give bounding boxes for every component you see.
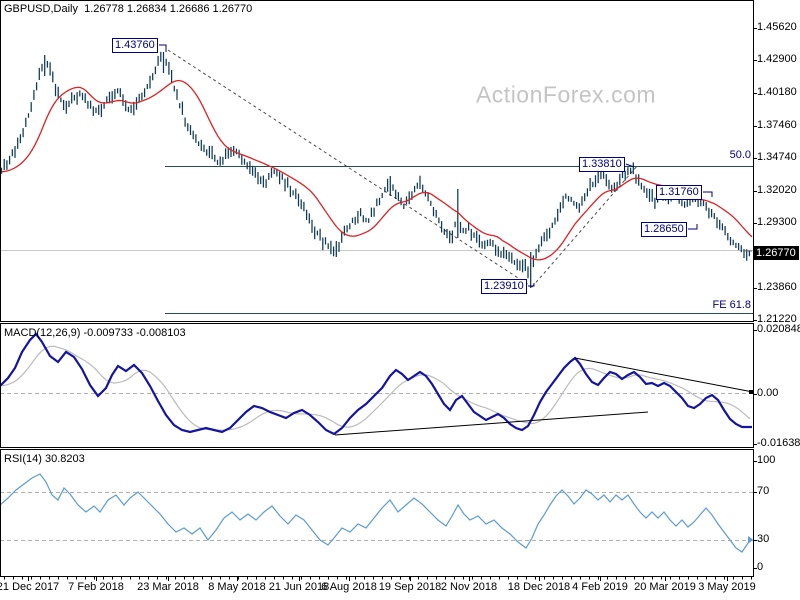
macd-header: MACD(12,26,9) -0.009733 -0.008103: [4, 327, 186, 339]
ohlc-header: GBPUSD,Daily 1.26778 1.26834 1.26686 1.2…: [4, 3, 253, 15]
price-axis-label: 1.34740: [757, 151, 797, 163]
rsi-axis-label: 30: [757, 533, 770, 545]
price-axis-label: 1.45620: [757, 21, 797, 33]
date-axis-label: 7 Feb 2018: [68, 581, 124, 593]
mt4-chart-window: ActionForex.com GBPUSD,Daily 1.26778 1.2…: [0, 0, 800, 600]
rsi-header: RSI(14) 30.8203: [4, 453, 85, 465]
price-axis-label: 1.29300: [757, 216, 797, 228]
price-axis-label: 1.42900: [757, 53, 797, 65]
price-axis-label: 1.37460: [757, 119, 797, 131]
price-annotation: 1.43760: [112, 38, 158, 53]
macd-axis-label: -0.016389: [757, 437, 800, 449]
price-axis-label: 1.40180: [757, 86, 797, 98]
price-annotation: 1.31760: [656, 185, 702, 200]
fib-fe618-label: FE 61.8: [712, 299, 751, 311]
price-annotation: 1.23910: [481, 279, 527, 294]
price-annotation: 1.33810: [579, 157, 625, 172]
date-axis-label: 3 May 2019: [698, 581, 756, 593]
price-annotation: 1.28650: [641, 222, 687, 237]
chart-canvas[interactable]: [0, 0, 800, 600]
macd-axis-label: 0.00: [757, 387, 779, 399]
current-price-tag: 1.26770: [753, 246, 799, 260]
rsi-axis-label: 100: [757, 454, 776, 466]
date-axis-label: 23 Mar 2018: [137, 581, 199, 593]
rsi-axis-label: 0: [757, 561, 764, 573]
fib-50-label: 50.0: [729, 149, 751, 161]
price-axis-label: 1.32020: [757, 184, 797, 196]
date-axis-label: 2 Nov 2018: [440, 581, 498, 593]
macd-axis-label: 0.020848: [757, 323, 800, 335]
price-axis-label: 1.23860: [757, 281, 797, 293]
rsi-axis-label: 70: [757, 485, 770, 497]
